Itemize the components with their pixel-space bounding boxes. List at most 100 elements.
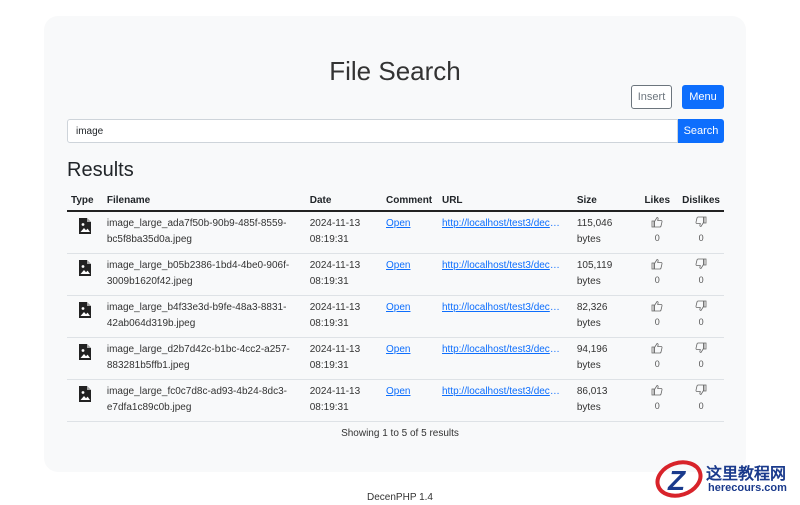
filename-line1: image_large_ada7f50b-90b9-485f-8559-: [106, 218, 287, 229]
comment-cell: Open: [382, 337, 438, 380]
results-table: Type Filename Date Comment URL Size Like…: [67, 190, 724, 422]
header-likes[interactable]: Likes: [636, 190, 679, 212]
comment-cell: Open: [382, 211, 438, 254]
comment-cell: Open: [382, 295, 438, 338]
date-time: 08:19:31: [309, 234, 349, 245]
filename-cell: image_large_b4f33e3d-b9fe-48a3-8831- 42ab…: [102, 295, 306, 338]
header-filename[interactable]: Filename: [102, 190, 306, 212]
thumbs-down-icon[interactable]: [695, 258, 707, 272]
insert-button[interactable]: Insert: [631, 85, 672, 109]
filename-cell: image_large_ada7f50b-90b9-485f-8559- bc5f…: [102, 211, 306, 254]
watermark-cn-text: 这里教程网: [706, 466, 787, 483]
size-unit: bytes: [576, 318, 601, 329]
date-cell: 2024-11-13 08:19:31: [305, 379, 383, 422]
comment-open-link[interactable]: Open: [386, 302, 410, 313]
file-url-link[interactable]: http://localhost/test3/decen/files/image…: [442, 258, 564, 274]
date-time: 08:19:31: [309, 318, 349, 329]
comment-open-link[interactable]: Open: [386, 218, 410, 229]
likes-cell: 0: [636, 253, 679, 296]
comment-open-link[interactable]: Open: [386, 344, 410, 355]
date-day: 2024-11-13: [309, 386, 361, 397]
filename-line1: image_large_b05b2386-1bd4-4be0-906f-: [106, 260, 290, 271]
thumbs-up-icon[interactable]: [651, 300, 663, 314]
comment-cell: Open: [382, 379, 438, 422]
date-time: 08:19:31: [309, 276, 349, 287]
header-date[interactable]: Date: [305, 190, 383, 212]
dislikes-count: 0: [698, 359, 704, 369]
filename-line1: image_large_fc0c7d8c-ad93-4b24-8dc3-: [106, 386, 287, 397]
filename-line2: 883281b5ffb1.jpeg: [106, 360, 190, 371]
type-cell: [67, 379, 103, 422]
header-comment[interactable]: Comment: [382, 190, 438, 212]
likes-cell: 0: [636, 379, 679, 422]
likes-count: 0: [654, 359, 660, 369]
date-cell: 2024-11-13 08:19:31: [305, 337, 383, 380]
dislikes-cell: 0: [678, 337, 724, 380]
dislikes-cell: 0: [678, 295, 724, 338]
date-day: 2024-11-13: [309, 302, 361, 313]
likes-cell: 0: [636, 211, 679, 254]
file-url-link[interactable]: http://localhost/test3/decen/files/image…: [442, 384, 564, 400]
size-unit: bytes: [576, 234, 601, 245]
thumbs-up-icon[interactable]: [651, 216, 663, 230]
table-row: image_large_fc0c7d8c-ad93-4b24-8dc3- e7df…: [67, 379, 724, 422]
header-type[interactable]: Type: [67, 190, 103, 212]
watermark-logo-icon: Z: [655, 460, 703, 498]
file-url-link[interactable]: http://localhost/test3/decen/files/image…: [442, 342, 564, 358]
image-file-icon: [78, 260, 92, 282]
svg-text:Z: Z: [667, 465, 686, 496]
filename-line2: 42ab064d319b.jpeg: [106, 318, 196, 329]
table-row: image_large_b05b2386-1bd4-4be0-906f- 3009…: [67, 253, 724, 296]
filename-line1: image_large_d2b7d42c-b1bc-4cc2-a257-: [106, 344, 290, 355]
header-size[interactable]: Size: [572, 190, 637, 212]
header-dislikes[interactable]: Dislikes: [678, 190, 724, 212]
thumbs-up-icon[interactable]: [651, 384, 663, 398]
url-cell: http://localhost/test3/decen/files/image…: [437, 295, 573, 338]
date-time: 08:19:31: [309, 360, 349, 371]
size-cell: 105,119 bytes: [572, 253, 637, 296]
dislikes-count: 0: [698, 275, 704, 285]
thumbs-down-icon[interactable]: [695, 384, 707, 398]
file-url-link[interactable]: http://localhost/test3/decen/files/image…: [442, 216, 564, 232]
likes-count: 0: [654, 233, 660, 243]
likes-count: 0: [654, 275, 660, 285]
date-cell: 2024-11-13 08:19:31: [305, 211, 383, 254]
header-url[interactable]: URL: [437, 190, 573, 212]
search-button[interactable]: Search: [678, 119, 724, 143]
date-cell: 2024-11-13 08:19:31: [305, 295, 383, 338]
size-unit: bytes: [576, 276, 601, 287]
search-input[interactable]: [67, 119, 678, 143]
thumbs-up-icon[interactable]: [651, 342, 663, 356]
file-url-link[interactable]: http://localhost/test3/decen/files/image…: [442, 300, 564, 316]
comment-open-link[interactable]: Open: [386, 260, 410, 271]
results-heading: Results: [67, 159, 134, 181]
type-cell: [67, 253, 103, 296]
comment-cell: Open: [382, 253, 438, 296]
size-cell: 82,326 bytes: [572, 295, 637, 338]
filename-cell: image_large_fc0c7d8c-ad93-4b24-8dc3- e7df…: [102, 379, 306, 422]
filename-line2: 3009b1620f42.jpeg: [106, 276, 193, 287]
date-day: 2024-11-13: [309, 218, 361, 229]
size-value: 105,119: [576, 260, 613, 271]
watermark-en-text: herecours.com: [708, 482, 787, 494]
page-title: File Search: [329, 56, 461, 86]
comment-open-link[interactable]: Open: [386, 386, 410, 397]
type-cell: [67, 211, 103, 254]
thumbs-down-icon[interactable]: [695, 342, 707, 356]
size-value: 86,013: [576, 386, 608, 397]
image-file-icon: [78, 302, 92, 324]
table-row: image_large_ada7f50b-90b9-485f-8559- bc5f…: [67, 211, 724, 254]
thumbs-up-icon[interactable]: [651, 258, 663, 272]
filename-line1: image_large_b4f33e3d-b9fe-48a3-8831-: [106, 302, 287, 313]
size-unit: bytes: [576, 360, 601, 371]
dislikes-count: 0: [698, 233, 704, 243]
dislikes-cell: 0: [678, 379, 724, 422]
thumbs-down-icon[interactable]: [695, 216, 707, 230]
url-cell: http://localhost/test3/decen/files/image…: [437, 211, 573, 254]
image-file-icon: [78, 344, 92, 366]
menu-button[interactable]: Menu: [682, 85, 724, 109]
filename-cell: image_large_b05b2386-1bd4-4be0-906f- 3009…: [102, 253, 306, 296]
table-row: image_large_d2b7d42c-b1bc-4cc2-a257- 8832…: [67, 337, 724, 380]
date-day: 2024-11-13: [309, 344, 361, 355]
thumbs-down-icon[interactable]: [695, 300, 707, 314]
